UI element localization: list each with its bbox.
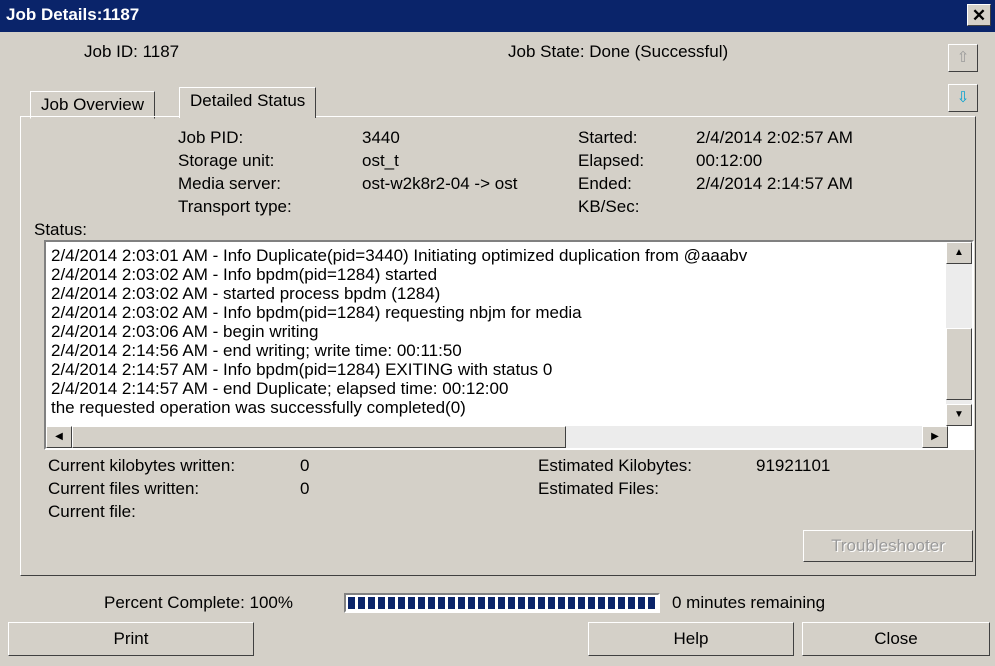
- tab-detailed-status[interactable]: Detailed Status: [179, 87, 317, 118]
- kb-written-value: 0: [300, 456, 310, 475]
- triangle-right-icon: ▶: [931, 431, 939, 442]
- progress-segment: [548, 597, 555, 609]
- progress-segment: [638, 597, 645, 609]
- kb-sec-label: KB/Sec:: [578, 197, 640, 216]
- scroll-down-button[interactable]: ▼: [946, 404, 972, 426]
- progress-segment: [468, 597, 475, 609]
- progress-segment: [418, 597, 425, 609]
- print-button[interactable]: Print: [8, 622, 254, 656]
- estimated-kb-value: 91921101: [756, 456, 831, 475]
- media-server-label: Media server:: [178, 174, 281, 193]
- horizontal-scroll-thumb[interactable]: [72, 426, 566, 448]
- estimated-files-label: Estimated Files:: [538, 479, 659, 498]
- vertical-scroll-thumb[interactable]: [946, 328, 972, 400]
- progress-segment: [408, 597, 415, 609]
- started-label: Started:: [578, 128, 638, 147]
- status-line: 2/4/2014 2:03:01 AM - Info Duplicate(pid…: [51, 246, 748, 265]
- progress-segment: [488, 597, 495, 609]
- started-value: 2/4/2014 2:02:57 AM: [696, 128, 853, 147]
- transport-type-label: Transport type:: [178, 197, 292, 216]
- tab-job-overview[interactable]: Job Overview: [30, 91, 155, 119]
- previous-job-button[interactable]: ⇧: [948, 44, 978, 72]
- progress-segment: [518, 597, 525, 609]
- triangle-down-icon: ▼: [954, 409, 964, 420]
- job-pid-label: Job PID:: [178, 128, 244, 147]
- storage-unit-label: Storage unit:: [178, 151, 275, 170]
- status-log[interactable]: 2/4/2014 2:03:01 AM - Info Duplicate(pid…: [44, 240, 974, 450]
- progress-segment: [648, 597, 655, 609]
- percent-complete-label: Percent Complete: 100%: [104, 593, 293, 612]
- elapsed-label: Elapsed:: [578, 151, 645, 170]
- progress-segment: [358, 597, 365, 609]
- progress-segment: [428, 597, 435, 609]
- progress-segment: [538, 597, 545, 609]
- vertical-scrollbar[interactable]: ▲ ▼: [946, 242, 972, 426]
- progress-segment: [438, 597, 445, 609]
- progress-segment: [378, 597, 385, 609]
- progress-segment: [458, 597, 465, 609]
- troubleshooter-button[interactable]: Troubleshooter: [803, 530, 973, 562]
- progress-bar: [344, 593, 660, 613]
- progress-segment: [368, 597, 375, 609]
- title-bar: Job Details:1187 ✕: [0, 0, 995, 32]
- progress-segment: [478, 597, 485, 609]
- status-line: 2/4/2014 2:03:02 AM - Info bpdm(pid=1284…: [51, 303, 582, 322]
- current-file-label: Current file:: [48, 502, 136, 521]
- arrow-down-icon: ⇩: [956, 89, 970, 106]
- job-state-label: Job State: Done (Successful): [508, 42, 729, 61]
- progress-segment: [448, 597, 455, 609]
- progress-segment: [618, 597, 625, 609]
- ended-value: 2/4/2014 2:14:57 AM: [696, 174, 853, 193]
- progress-segment: [558, 597, 565, 609]
- elapsed-value: 00:12:00: [696, 151, 763, 170]
- progress-segment: [588, 597, 595, 609]
- status-line: 2/4/2014 2:03:02 AM - started process bp…: [51, 284, 441, 303]
- status-line: 2/4/2014 2:14:56 AM - end writing; write…: [51, 341, 462, 360]
- triangle-up-icon: ▲: [954, 247, 964, 258]
- window-close-button[interactable]: ✕: [967, 4, 991, 26]
- files-written-label: Current files written:: [48, 479, 200, 498]
- window-title: Job Details:1187: [6, 5, 140, 24]
- progress-segment: [498, 597, 505, 609]
- progress-segment: [598, 597, 605, 609]
- progress-segment: [398, 597, 405, 609]
- status-line: 2/4/2014 2:14:57 AM - Info bpdm(pid=1284…: [51, 360, 553, 379]
- media-server-value: ost-w2k8r2-04 -> ost: [362, 174, 518, 193]
- status-label: Status:: [34, 220, 87, 239]
- progress-segment: [568, 597, 575, 609]
- progress-segment: [348, 597, 355, 609]
- progress-segment: [608, 597, 615, 609]
- scroll-up-button[interactable]: ▲: [946, 242, 972, 264]
- progress-segment: [578, 597, 585, 609]
- progress-segment: [628, 597, 635, 609]
- next-job-button[interactable]: ⇩: [948, 84, 978, 112]
- status-lines: 2/4/2014 2:03:01 AM - Info Duplicate(pid…: [51, 246, 942, 417]
- scroll-left-button[interactable]: ◀: [46, 426, 72, 448]
- progress-segment: [528, 597, 535, 609]
- estimated-kb-label: Estimated Kilobytes:: [538, 456, 693, 475]
- status-line: 2/4/2014 2:14:57 AM - end Duplicate; ela…: [51, 379, 509, 398]
- job-pid-value: 3440: [362, 128, 400, 147]
- files-written-value: 0: [300, 479, 310, 498]
- status-line: the requested operation was successfully…: [51, 398, 466, 417]
- job-id-label: Job ID: 1187: [84, 42, 180, 61]
- ended-label: Ended:: [578, 174, 632, 193]
- arrow-up-icon: ⇧: [956, 49, 970, 66]
- status-line: 2/4/2014 2:03:02 AM - Info bpdm(pid=1284…: [51, 265, 438, 284]
- time-remaining-label: 0 minutes remaining: [672, 593, 826, 612]
- help-button[interactable]: Help: [588, 622, 794, 656]
- kb-written-label: Current kilobytes written:: [48, 456, 236, 475]
- horizontal-scrollbar[interactable]: ◀ ▶: [46, 426, 948, 448]
- status-line: 2/4/2014 2:03:06 AM - begin writing: [51, 322, 319, 341]
- storage-unit-value: ost_t: [362, 151, 399, 170]
- progress-segment: [388, 597, 395, 609]
- progress-segment: [508, 597, 515, 609]
- scroll-right-button[interactable]: ▶: [922, 426, 948, 448]
- triangle-left-icon: ◀: [55, 431, 63, 442]
- close-button[interactable]: Close: [802, 622, 990, 656]
